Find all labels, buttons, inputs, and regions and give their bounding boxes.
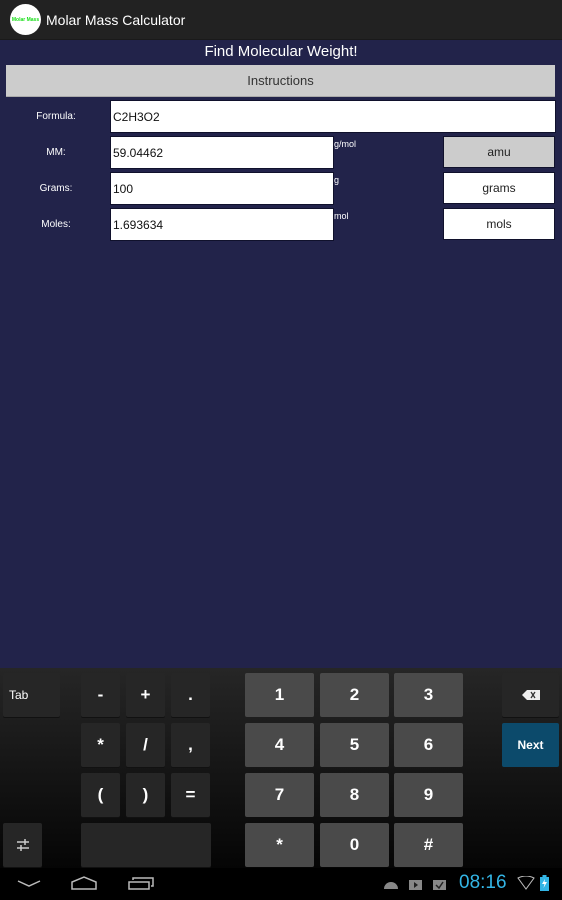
backspace-key[interactable] (502, 673, 559, 717)
grams-button[interactable]: grams (443, 172, 555, 204)
recent-apps-icon[interactable] (128, 876, 154, 890)
backspace-icon (521, 690, 540, 700)
mm-label: MM: (46, 147, 66, 158)
system-nav-bar: 08:16 (0, 868, 562, 900)
key-slash[interactable]: / (126, 723, 165, 767)
mm-unit-label: g/mol (334, 139, 357, 149)
action-bar: Molar Mass Molar Mass Calculator (0, 0, 562, 40)
space-key[interactable] (81, 823, 211, 867)
back-chevron-icon[interactable] (17, 880, 41, 888)
settings-sliders-icon (16, 839, 29, 851)
play-store-icon (409, 880, 422, 890)
moles-unit-label: mol (334, 211, 349, 221)
key-9[interactable]: 9 (394, 773, 463, 817)
numeric-keyboard: Tab - + . * / , ( ) = 1 2 3 4 5 6 7 8 9 … (0, 668, 562, 868)
status-clock: 08:16 (459, 872, 507, 893)
key-7[interactable]: 7 (245, 773, 314, 817)
moles-label: Moles: (41, 219, 71, 230)
key-close-paren[interactable]: ) (126, 773, 165, 817)
next-key[interactable]: Next (502, 723, 559, 767)
key-6[interactable]: 6 (394, 723, 463, 767)
home-icon[interactable] (71, 876, 97, 890)
key-1[interactable]: 1 (245, 673, 314, 717)
key-equals[interactable]: = (171, 773, 210, 817)
key-3[interactable]: 3 (394, 673, 463, 717)
mols-button[interactable]: mols (443, 208, 555, 240)
key-2[interactable]: 2 (320, 673, 389, 717)
formula-label: Formula: (36, 111, 76, 122)
keyboard-settings-key[interactable] (3, 823, 42, 867)
key-0[interactable]: 0 (320, 823, 389, 867)
amu-button[interactable]: amu (443, 136, 555, 168)
formula-input[interactable]: C2H3O2 (110, 100, 556, 133)
page-headline: Find Molecular Weight! (204, 43, 358, 60)
tab-key[interactable]: Tab (3, 673, 60, 717)
key-asterisk[interactable]: * (81, 723, 120, 767)
grams-label: Grams: (39, 183, 73, 194)
key-period[interactable]: . (171, 673, 210, 717)
wifi-icon (517, 876, 535, 890)
key-minus[interactable]: - (81, 673, 120, 717)
key-comma[interactable]: , (171, 723, 210, 767)
instructions-button[interactable]: Instructions (6, 65, 555, 97)
key-hash[interactable]: # (394, 823, 463, 867)
battery-charging-icon (540, 875, 549, 891)
app-logo-text: Molar Mass (11, 16, 40, 23)
key-4[interactable]: 4 (245, 723, 314, 767)
moles-input[interactable]: 1.693634 (110, 208, 334, 241)
key-8[interactable]: 8 (320, 773, 389, 817)
app-logo-icon[interactable]: Molar Mass (10, 4, 41, 35)
key-5[interactable]: 5 (320, 723, 389, 767)
android-debug-icon (384, 882, 398, 889)
grams-input[interactable]: 100 (110, 172, 334, 205)
key-open-paren[interactable]: ( (81, 773, 120, 817)
key-star[interactable]: * (245, 823, 314, 867)
main-content: Find Molecular Weight! Instructions Form… (0, 40, 562, 668)
key-plus[interactable]: + (126, 673, 165, 717)
mm-input[interactable]: 59.04462 (110, 136, 334, 169)
download-complete-icon (433, 880, 446, 890)
app-title: Molar Mass Calculator (46, 11, 186, 28)
grams-unit-label: g (334, 175, 340, 185)
